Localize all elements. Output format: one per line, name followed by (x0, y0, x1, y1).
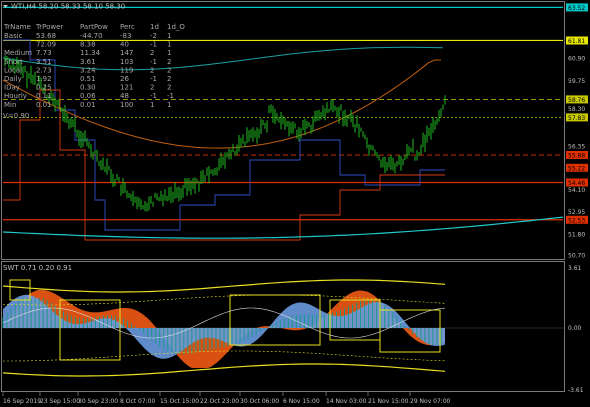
table-cell: 0.30 (80, 84, 96, 92)
table-cell: 48 (120, 92, 129, 100)
time-label: 15 Oct 15:00 (160, 398, 199, 405)
table-cell: 1 (167, 32, 171, 40)
table-cell: 1 (167, 101, 171, 109)
oscillator-scale-label: 3.61 (568, 265, 582, 272)
table-cell: -1 (150, 41, 157, 49)
table-cell: 53.68 (36, 32, 56, 40)
time-label: 30 Sep 23:00 (78, 398, 118, 405)
table-cell: 0.51 (80, 75, 96, 83)
time-axis: 16 Sep 201923 Sep 15:0030 Sep 23:00 8 Oct… (2, 392, 451, 405)
table-header-cell: PartPow (80, 23, 108, 31)
time-label: 6 Nov 15:00 (283, 398, 320, 405)
table-header-cell: 1d (150, 23, 159, 31)
table-cell: 1 (167, 41, 171, 49)
price-label: 55.22 (568, 165, 585, 172)
table-cell: 100 (120, 101, 133, 109)
time-label: 29 Nov 07:00 (410, 398, 451, 405)
table-cell: IDay (4, 84, 20, 92)
table-cell: 40 (120, 41, 129, 49)
time-label: 23 Sep 15:00 (40, 398, 80, 405)
table-cell: 3.61 (80, 58, 96, 66)
table-cell: -1 (167, 92, 174, 100)
table-cell: 103 (120, 58, 133, 66)
table-cell: 2 (167, 58, 171, 66)
table-cell: 3.24 (80, 66, 96, 74)
table-cell: Short (4, 58, 23, 66)
table-cell: -2 (150, 32, 157, 40)
table-cell: Basic (4, 32, 23, 40)
price-label: 55.88 (568, 153, 585, 160)
oscillator-header: SWT 0.71 0.20 0.91 (3, 264, 72, 272)
table-cell: 2 (167, 75, 171, 83)
table-cell: 11.34 (80, 49, 101, 57)
table-cell: 0.25 (36, 84, 52, 92)
time-label: 14 Nov 03:00 (326, 398, 367, 405)
time-label: 22 Oct 23:00 (200, 398, 239, 405)
volatility-label: V=0.90 (3, 112, 29, 120)
table-cell: 0.01 (36, 101, 52, 109)
table-cell: 1.92 (36, 75, 52, 83)
table-cell: 0.01 (80, 101, 96, 109)
table-cell: -1 (150, 75, 157, 83)
table-cell: 2 (150, 66, 154, 74)
chart-header: WTI,H4 58.20 58.33 58.10 58.30 (11, 3, 125, 11)
table-cell: 2 (167, 84, 171, 92)
price-label: 61.81 (568, 38, 585, 45)
table-cell: 1 (150, 101, 154, 109)
price-label: 51.80 (568, 231, 585, 238)
table-cell: -83 (120, 32, 131, 40)
table-cell: 0.11 (36, 92, 52, 100)
oscillator-scale-label: 0.00 (568, 325, 582, 332)
price-label: 58.30 (568, 106, 585, 113)
table-cell: Min (4, 101, 16, 109)
price-label: 56.35 (568, 144, 585, 151)
table-cell: 0.06 (80, 92, 96, 100)
table-header-cell: TrPower (35, 23, 63, 31)
time-label: 21 Nov 15:00 (368, 398, 409, 405)
oscillator-scale-label: -3.61 (568, 387, 584, 394)
table-cell: -44.70 (80, 32, 103, 40)
table-cell: 121 (120, 84, 133, 92)
price-label: 52.95 (568, 209, 585, 216)
table-cell: -1 (150, 58, 157, 66)
table-cell: Medium (4, 49, 32, 57)
price-label: 58.76 (568, 97, 585, 104)
time-label: 8 Oct 07:00 (120, 398, 155, 405)
price-label: 60.90 (568, 56, 585, 63)
table-cell: 1 (167, 49, 171, 57)
price-axis: 63.52 61.81 60.90 59.75 58.76 58.30 57.83 56.35… (566, 3, 588, 260)
table-cell: 147 (120, 49, 133, 57)
table-cell: 72.09 (36, 41, 56, 49)
table-cell: Hourly (4, 92, 27, 100)
table-cell: Local (4, 66, 22, 74)
table-cell: -1 (150, 92, 157, 100)
time-label: 16 Sep 2019 (3, 398, 41, 405)
table-cell: 119 (120, 66, 133, 74)
table-cell: 2 (150, 49, 154, 57)
table-cell: Daily (4, 75, 22, 83)
price-label: 52.53 (568, 217, 585, 224)
table-cell: 2.73 (36, 66, 52, 74)
table-header-cell: TrName (3, 23, 31, 31)
price-label: 54.10 (568, 187, 585, 194)
trading-chart[interactable]: WTI,H4 58.20 58.33 58.10 58.30 SWT 0.71 … (0, 0, 590, 407)
price-label: 63.52 (568, 5, 585, 12)
table-cell: 3.51 (36, 58, 52, 66)
table-cell: 8.38 (80, 41, 96, 49)
price-label: 57.83 (568, 115, 585, 122)
table-header-cell: 1d_O (167, 23, 185, 31)
table-cell: 2 (167, 66, 171, 74)
table-cell: 2 (150, 84, 154, 92)
oscillator-axis: 3.61 0.00 -3.61 (568, 265, 584, 394)
table-cell: 7.73 (36, 49, 52, 57)
table-cell: 26 (120, 75, 129, 83)
price-label: 59.75 (568, 78, 585, 85)
price-label: 50.70 (568, 253, 585, 260)
table-header-cell: Perc (120, 23, 135, 31)
time-label: 30 Oct 06:00 (240, 398, 279, 405)
